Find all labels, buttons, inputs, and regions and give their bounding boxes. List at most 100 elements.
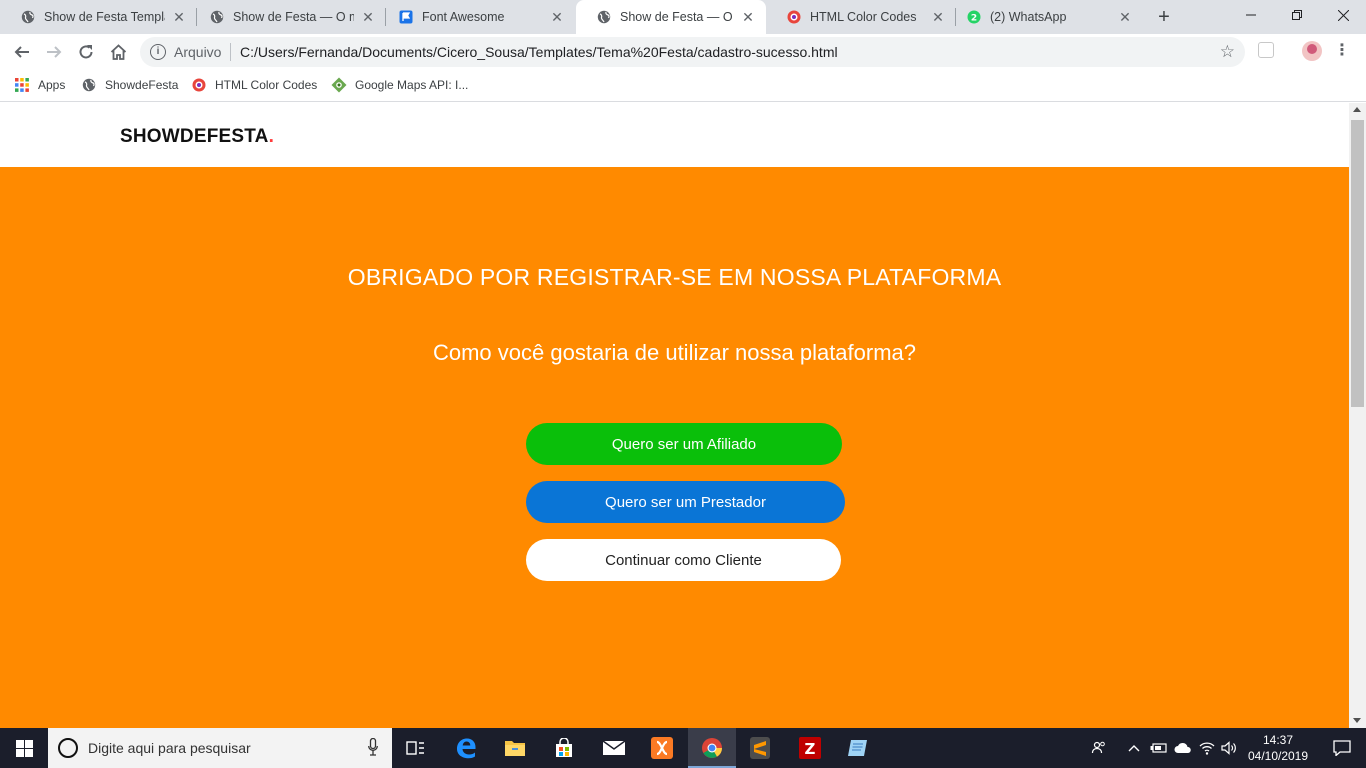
globe-icon	[81, 77, 97, 93]
site-header: SHOWDEFESTA.	[0, 103, 1349, 167]
browser-tab[interactable]: Show de Festa — O ma ✕	[189, 0, 386, 34]
bookmark-label: Google Maps API: I...	[355, 78, 469, 92]
taskbar-search-box[interactable]: Digite aqui para pesquisar	[48, 728, 392, 768]
globe-icon	[596, 9, 612, 25]
chrome-icon[interactable]	[688, 728, 736, 768]
notepad-icon[interactable]	[834, 728, 882, 768]
edge-icon[interactable]	[442, 728, 490, 768]
clock-date: 04/10/2019	[1247, 749, 1309, 763]
globe-icon	[209, 9, 225, 25]
system-clock[interactable]: 14:37 04/10/2019	[1244, 732, 1312, 764]
scrollbar-thumb[interactable]	[1351, 120, 1364, 407]
flag-icon	[398, 9, 414, 25]
show-hidden-icons-chevron-icon[interactable]	[1124, 728, 1144, 768]
cortana-icon[interactable]	[58, 738, 78, 758]
svg-text:2: 2	[971, 14, 977, 24]
close-tab-icon[interactable]: ✕	[740, 9, 756, 25]
info-icon[interactable]: i	[150, 44, 166, 60]
onedrive-icon[interactable]	[1172, 728, 1194, 768]
close-tab-icon[interactable]: ✕	[171, 9, 187, 25]
maps-icon	[331, 77, 347, 93]
microphone-icon[interactable]	[368, 737, 378, 756]
continue-as-client-button[interactable]: Continuar como Cliente	[526, 539, 841, 581]
tab-title: Show de Festa — O ma	[620, 10, 734, 24]
bookmarks-bar: Apps ShowdeFesta HTML Color Codes Google…	[0, 70, 1366, 102]
address-bar[interactable]: i Arquivo C:/Users/Fernanda/Documents/Ci…	[140, 37, 1245, 67]
extension-icon[interactable]	[1258, 42, 1274, 58]
browser-tab-active[interactable]: Show de Festa — O ma ✕	[576, 0, 766, 34]
reload-icon[interactable]	[72, 38, 100, 66]
search-placeholder: Digite aqui para pesquisar	[88, 740, 251, 756]
bookmark-google-maps-api[interactable]: Google Maps API: I...	[331, 77, 468, 93]
windows-taskbar: Digite aqui para pesquisar Z 14:37 04/10…	[0, 728, 1366, 768]
windows-start-icon[interactable]	[0, 728, 48, 768]
color-codes-icon	[786, 9, 802, 25]
browser-tab[interactable]: Show de Festa Templat ✕	[0, 0, 197, 34]
thank-you-heading: OBRIGADO POR REGISTRAR-SE EM NOSSA PLATA…	[347, 264, 1002, 290]
filezilla-icon[interactable]: Z	[786, 728, 834, 768]
tab-title: Show de Festa — O ma	[233, 10, 354, 24]
bookmark-label: ShowdeFesta	[105, 78, 179, 92]
close-tab-icon[interactable]: ✕	[549, 9, 565, 25]
forward-arrow-icon[interactable]	[40, 38, 68, 66]
screen: Show de Festa Templat ✕ Show de Festa — …	[0, 0, 1366, 768]
action-center-icon[interactable]	[1318, 728, 1366, 768]
browser-toolbar: i Arquivo C:/Users/Fernanda/Documents/Ci…	[0, 34, 1366, 70]
close-tab-icon[interactable]: ✕	[930, 9, 946, 25]
wifi-icon[interactable]	[1196, 728, 1218, 768]
svg-text:Z: Z	[805, 740, 816, 758]
close-tab-icon[interactable]: ✕	[1117, 9, 1133, 25]
address-divider	[230, 43, 231, 61]
logo-text: SHOWDEFESTA	[120, 126, 269, 147]
globe-icon	[20, 9, 36, 25]
xampp-icon[interactable]	[638, 728, 686, 768]
become-affiliate-button[interactable]: Quero ser um Afiliado	[526, 423, 842, 465]
become-provider-button[interactable]: Quero ser um Prestador	[526, 481, 845, 523]
registration-success-section: OBRIGADO POR REGISTRAR-SE EM NOSSA PLATA…	[0, 167, 1349, 728]
usage-question: Como você gostaria de utilizar nossa pla…	[432, 340, 917, 365]
security-label: Arquivo	[174, 44, 222, 60]
restore-icon[interactable]	[1274, 0, 1320, 30]
browser-tab-strip: Show de Festa Templat ✕ Show de Festa — …	[0, 0, 1366, 34]
tab-title: Show de Festa Templat	[44, 10, 165, 24]
browser-tab[interactable]: HTML Color Codes ✕	[766, 0, 956, 34]
sublime-text-icon[interactable]	[736, 728, 784, 768]
whatsapp-icon: 2	[966, 9, 982, 25]
clock-time: 14:37	[1262, 733, 1294, 747]
people-icon[interactable]	[1088, 728, 1110, 768]
page-scrollbar[interactable]	[1349, 103, 1366, 728]
site-logo[interactable]: SHOWDEFESTA.	[120, 126, 274, 148]
scroll-up-arrow-icon[interactable]	[1353, 107, 1361, 112]
url-text[interactable]: C:/Users/Fernanda/Documents/Cicero_Sousa…	[240, 44, 838, 60]
home-icon[interactable]	[104, 38, 132, 66]
minimize-icon[interactable]	[1228, 0, 1274, 30]
store-icon[interactable]	[540, 728, 588, 768]
apps-grid-icon	[14, 77, 30, 93]
page-viewport: SHOWDEFESTA. OBRIGADO POR REGISTRAR-SE E…	[0, 103, 1349, 728]
color-codes-icon	[191, 77, 207, 93]
file-explorer-icon[interactable]	[491, 728, 539, 768]
bookmark-html-color-codes[interactable]: HTML Color Codes	[191, 77, 317, 93]
battery-icon[interactable]	[1148, 728, 1170, 768]
bookmark-showdefesta[interactable]: ShowdeFesta	[81, 77, 178, 93]
scroll-down-arrow-icon[interactable]	[1353, 718, 1361, 723]
tab-title: HTML Color Codes	[810, 10, 917, 24]
back-arrow-icon[interactable]	[8, 38, 36, 66]
new-tab-button[interactable]: +	[1152, 5, 1176, 29]
browser-tab[interactable]: 2 (2) WhatsApp ✕	[946, 0, 1143, 34]
browser-menu-icon[interactable]: ⋮	[1334, 40, 1350, 62]
close-window-icon[interactable]	[1320, 0, 1366, 30]
bookmark-apps[interactable]: Apps	[14, 77, 65, 93]
bookmark-star-icon[interactable]: ☆	[1220, 42, 1235, 62]
task-view-icon[interactable]	[392, 728, 440, 768]
bookmark-label: Apps	[38, 78, 66, 92]
profile-avatar[interactable]	[1302, 41, 1322, 61]
logo-dot: .	[268, 126, 275, 147]
tab-title: Font Awesome	[422, 10, 505, 24]
mail-icon[interactable]	[590, 728, 638, 768]
close-tab-icon[interactable]: ✕	[360, 9, 376, 25]
bookmark-label: HTML Color Codes	[215, 78, 318, 92]
volume-icon[interactable]	[1218, 728, 1240, 768]
browser-tab[interactable]: Font Awesome ✕	[378, 0, 575, 34]
tab-title: (2) WhatsApp	[990, 10, 1067, 24]
